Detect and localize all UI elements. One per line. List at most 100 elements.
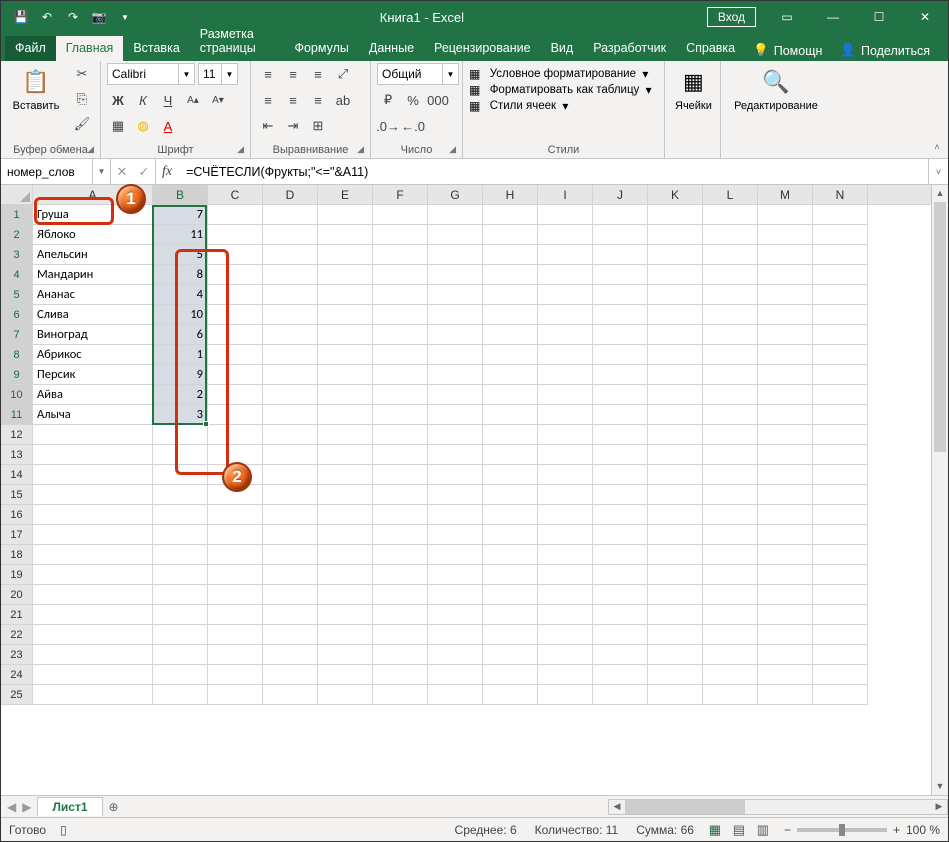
cell[interactable] [208, 465, 263, 485]
cell[interactable] [373, 585, 428, 605]
col-header-K[interactable]: K [648, 185, 703, 204]
cell[interactable] [538, 545, 593, 565]
cell[interactable] [483, 545, 538, 565]
cell[interactable] [703, 565, 758, 585]
row-header[interactable]: 1 [1, 205, 33, 225]
cell[interactable] [318, 465, 373, 485]
cells-button[interactable]: ▦Ячейки [671, 63, 716, 115]
percent-icon[interactable]: % [402, 89, 424, 111]
cell[interactable] [318, 665, 373, 685]
indent-increase-icon[interactable]: ⇥ [282, 115, 304, 137]
cell[interactable] [813, 585, 868, 605]
cell[interactable] [758, 565, 813, 585]
cell[interactable] [593, 405, 648, 425]
cell[interactable] [538, 205, 593, 225]
font-name-dd-icon[interactable]: ▼ [179, 63, 195, 85]
cell[interactable] [263, 485, 318, 505]
cell[interactable] [153, 645, 208, 665]
cell[interactable] [648, 405, 703, 425]
cell[interactable] [538, 285, 593, 305]
col-header-M[interactable]: M [758, 185, 813, 204]
cell[interactable] [208, 525, 263, 545]
align-right-icon[interactable]: ≡ [307, 89, 329, 111]
cell[interactable] [33, 645, 153, 665]
cell[interactable] [758, 505, 813, 525]
zoom-level[interactable]: 100 % [906, 823, 940, 837]
cell[interactable] [538, 385, 593, 405]
cell[interactable]: Апельсин [33, 245, 153, 265]
cell[interactable] [318, 205, 373, 225]
cell[interactable] [538, 485, 593, 505]
row-header[interactable]: 17 [1, 525, 33, 545]
cell[interactable] [593, 625, 648, 645]
cell[interactable] [483, 285, 538, 305]
cell[interactable] [813, 285, 868, 305]
close-icon[interactable]: ✕ [902, 1, 948, 33]
cell[interactable] [703, 665, 758, 685]
cell[interactable] [813, 365, 868, 385]
cell[interactable] [208, 245, 263, 265]
cell[interactable] [813, 525, 868, 545]
cell[interactable] [758, 365, 813, 385]
new-sheet-icon[interactable]: ⊕ [103, 800, 125, 814]
cell[interactable] [593, 545, 648, 565]
cell[interactable] [648, 385, 703, 405]
cell[interactable] [593, 225, 648, 245]
cell[interactable]: 7 [153, 205, 208, 225]
cell[interactable] [263, 425, 318, 445]
cell[interactable] [318, 245, 373, 265]
cell[interactable] [483, 685, 538, 705]
cell[interactable] [758, 405, 813, 425]
cell[interactable] [703, 265, 758, 285]
cell[interactable] [758, 585, 813, 605]
col-header-L[interactable]: L [703, 185, 758, 204]
cell[interactable] [318, 405, 373, 425]
cell[interactable] [318, 425, 373, 445]
cell[interactable] [153, 545, 208, 565]
cell[interactable] [373, 625, 428, 645]
cell[interactable] [593, 685, 648, 705]
cell[interactable] [33, 465, 153, 485]
cell[interactable] [758, 385, 813, 405]
cell[interactable] [33, 525, 153, 545]
row-header[interactable]: 13 [1, 445, 33, 465]
hscroll-right-icon[interactable]: ▶ [931, 801, 947, 812]
cell[interactable] [263, 565, 318, 585]
cell[interactable] [758, 305, 813, 325]
cell[interactable] [648, 265, 703, 285]
camera-icon[interactable]: 📷 [87, 5, 111, 29]
cell[interactable] [263, 405, 318, 425]
cell[interactable] [758, 665, 813, 685]
tab-insert[interactable]: Вставка [123, 36, 189, 61]
cell[interactable] [593, 345, 648, 365]
cell[interactable] [593, 485, 648, 505]
tab-file[interactable]: Файл [5, 36, 56, 61]
cell[interactable] [813, 485, 868, 505]
cell[interactable]: Слива [33, 305, 153, 325]
row-header[interactable]: 7 [1, 325, 33, 345]
cell[interactable] [428, 505, 483, 525]
number-format-dd-icon[interactable]: ▼ [443, 63, 459, 85]
cell[interactable] [648, 565, 703, 585]
cell[interactable] [208, 405, 263, 425]
row-header[interactable]: 22 [1, 625, 33, 645]
cell[interactable] [428, 405, 483, 425]
name-box[interactable] [1, 159, 93, 184]
cell[interactable] [758, 485, 813, 505]
cell[interactable] [263, 385, 318, 405]
cell[interactable] [428, 385, 483, 405]
cell[interactable] [428, 365, 483, 385]
cell[interactable] [483, 485, 538, 505]
col-header-A[interactable]: A [33, 185, 153, 204]
cell[interactable] [593, 665, 648, 685]
cell[interactable] [758, 525, 813, 545]
cell[interactable] [813, 645, 868, 665]
row-header[interactable]: 2 [1, 225, 33, 245]
cell[interactable] [593, 505, 648, 525]
fill-color-icon[interactable]: ◍ [132, 115, 154, 137]
cell[interactable] [593, 205, 648, 225]
cell[interactable] [758, 225, 813, 245]
row-header[interactable]: 8 [1, 345, 33, 365]
sign-in-button[interactable]: Вход [707, 7, 756, 27]
cell[interactable] [428, 525, 483, 545]
